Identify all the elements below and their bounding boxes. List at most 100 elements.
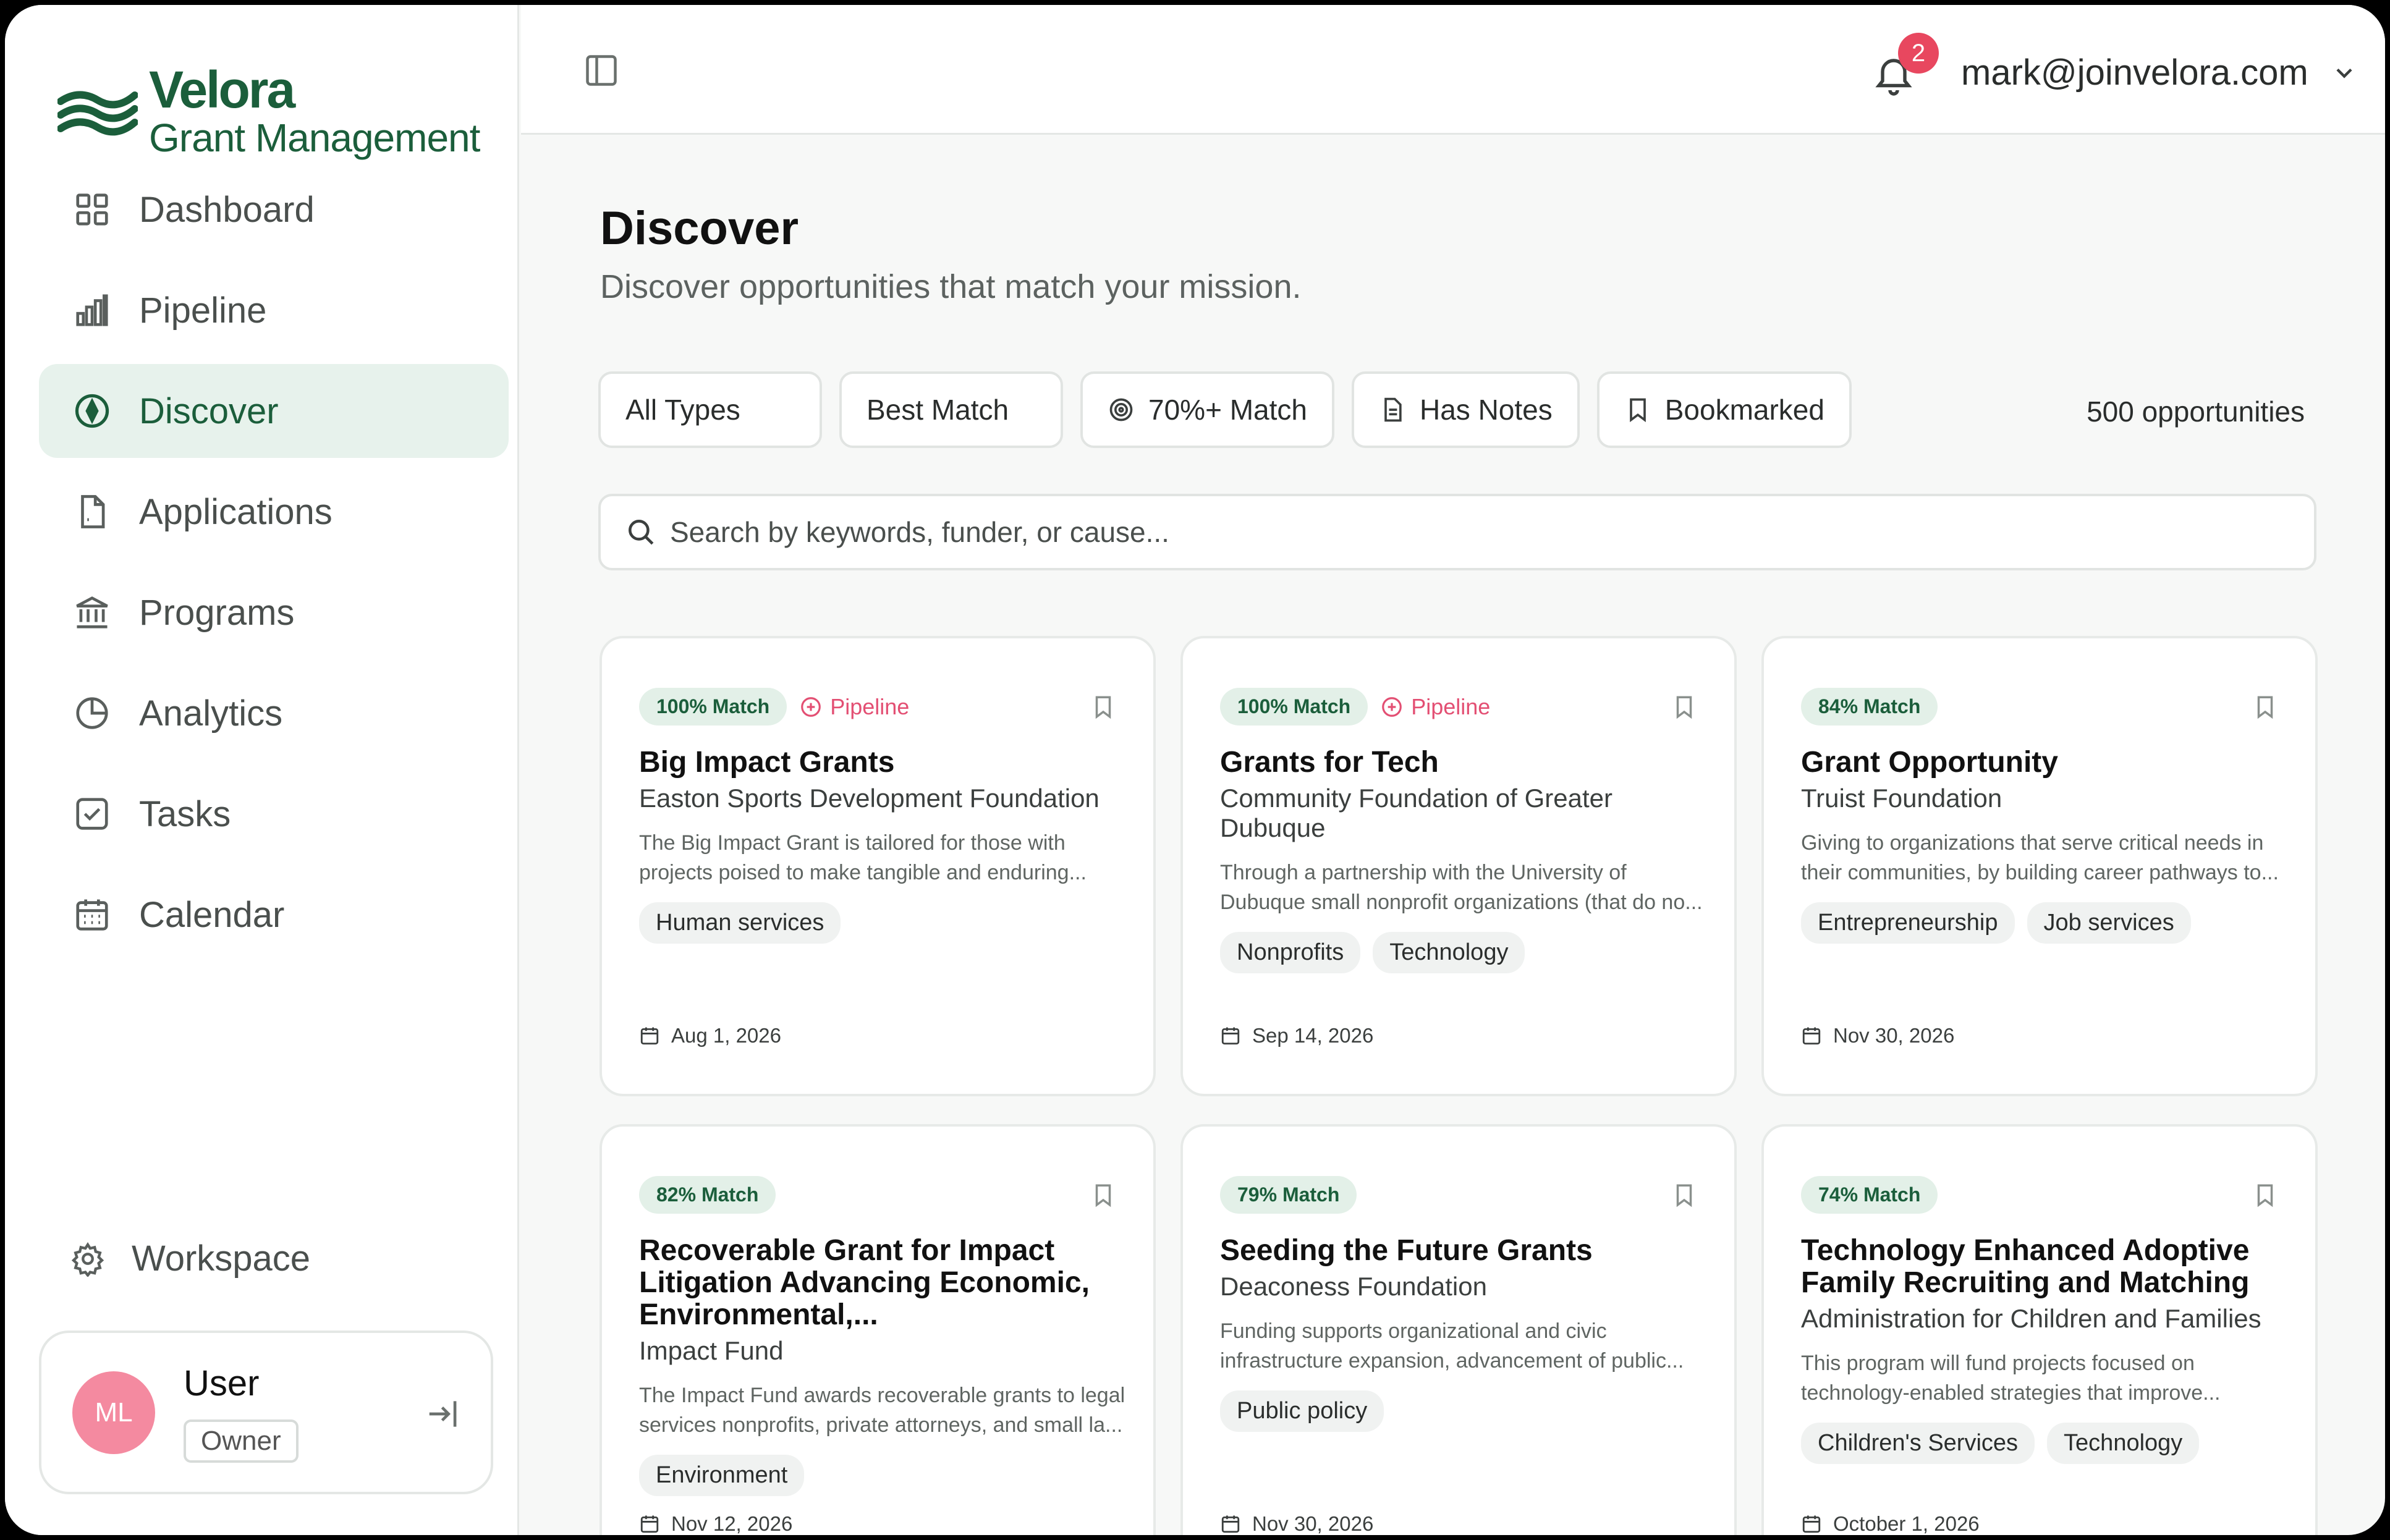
user-card[interactable]: ML User Owner	[39, 1331, 493, 1494]
card-description: This program will fund projects focused …	[1801, 1352, 2221, 1405]
card-description: Giving to organizations that serve criti…	[1801, 831, 2279, 884]
bookmark-icon[interactable]	[2252, 1182, 2278, 1208]
sidebar-item-label: Calendar	[139, 894, 285, 935]
app-window: Velora Grant Management Dashboard Pipeli…	[5, 5, 2385, 1535]
card-title: Grant Opportunity	[1801, 746, 2058, 779]
main-content: Discover Discover opportunities that mat…	[521, 137, 2385, 1535]
sidebar-item-label: Analytics	[139, 693, 283, 734]
tag: Children's Services	[1801, 1423, 2035, 1464]
calendar-icon	[1802, 1515, 1821, 1533]
sidebar-item-calendar[interactable]: Calendar	[39, 868, 509, 962]
waves-logo-icon	[57, 91, 138, 136]
deadline-date: Nov 12, 2026	[671, 1512, 793, 1535]
sidebar-item-applications[interactable]: Applications	[39, 465, 509, 559]
gear-icon	[71, 1242, 104, 1277]
opportunity-card[interactable]: 82% Match Recoverable Grant for Impact L…	[600, 1124, 1156, 1535]
opportunity-card[interactable]: 84% Match Grant Opportunity Truist Found…	[1761, 636, 2318, 1096]
card-funder: Easton Sports Development Foundation	[639, 784, 1100, 813]
check-square-icon	[73, 795, 111, 833]
search-bar[interactable]	[598, 494, 2316, 570]
tag-list: Environment	[639, 1455, 1127, 1496]
card-deadline: Sep 14, 2026	[1220, 1024, 1373, 1047]
target-icon	[1109, 398, 1133, 421]
match-filter-button[interactable]: 70%+ Match	[1080, 371, 1334, 448]
account-menu[interactable]: mark@joinvelora.com	[1961, 52, 2358, 93]
sidebar-item-analytics[interactable]: Analytics	[39, 666, 509, 760]
sidebar-item-workspace[interactable]: Workspace	[70, 1238, 310, 1279]
bookmark-icon[interactable]	[1671, 694, 1697, 720]
topbar: 2 mark@joinvelora.com	[521, 5, 2385, 135]
deadline-date: Nov 30, 2026	[1833, 1024, 1955, 1047]
card-funder: Truist Foundation	[1801, 784, 2002, 813]
note-icon	[1384, 397, 1402, 422]
has-notes-filter-button[interactable]: Has Notes	[1351, 371, 1580, 448]
type-filter-dropdown[interactable]: All Types	[598, 371, 822, 448]
tag: Nonprofits	[1220, 932, 1361, 973]
card-title: Technology Enhanced Adoptive Family Recr…	[1801, 1234, 2250, 1299]
bookmark-icon[interactable]	[1090, 1182, 1116, 1208]
card-funder: Impact Fund	[639, 1336, 784, 1365]
calendar-icon	[1221, 1515, 1240, 1533]
type-filter-label: All Types	[625, 394, 740, 426]
logout-icon[interactable]	[425, 1395, 463, 1433]
card-title: Grants for Tech	[1220, 746, 1439, 779]
card-title: Seeding the Future Grants	[1220, 1234, 1593, 1267]
search-icon	[629, 520, 654, 545]
bookmarked-filter-button[interactable]: Bookmarked	[1596, 371, 1852, 448]
user-role-badge: Owner	[184, 1419, 299, 1463]
opportunity-card[interactable]: 100% Match Pipeline Big Impact Grants Ea…	[600, 636, 1156, 1096]
card-description: The Big Impact Grant is tailored for tho…	[639, 831, 1087, 884]
sidebar-item-programs[interactable]: Programs	[39, 565, 509, 659]
card-description: Funding supports organizational and civi…	[1220, 1319, 1684, 1373]
page-subtitle: Discover opportunities that match your m…	[600, 268, 1302, 305]
bank-icon	[73, 593, 111, 632]
card-deadline: Nov 30, 2026	[1220, 1512, 1373, 1535]
tag: Public policy	[1220, 1390, 1384, 1432]
plus-circle-icon	[801, 696, 821, 717]
deadline-date: October 1, 2026	[1833, 1512, 1980, 1535]
sidebar-item-tasks[interactable]: Tasks	[39, 767, 509, 861]
brand-logo[interactable]: Velora Grant Management	[57, 64, 480, 158]
pie-chart-icon	[73, 694, 111, 732]
bookmark-icon[interactable]	[2252, 694, 2278, 720]
pipeline-label: Pipeline	[1411, 693, 1491, 719]
filter-bar: All Types Best Match 70%+ Match Has Note…	[598, 371, 1869, 448]
match-badge: 74% Match	[1801, 1176, 1938, 1214]
grid-icon	[73, 190, 111, 229]
sidebar-item-dashboard[interactable]: Dashboard	[39, 163, 509, 256]
sidebar: Velora Grant Management Dashboard Pipeli…	[5, 5, 519, 1535]
bookmarked-label: Bookmarked	[1664, 394, 1824, 426]
plus-circle-icon	[1382, 696, 1402, 717]
avatar: ML	[72, 1371, 155, 1454]
opportunity-card[interactable]: 100% Match Pipeline Grants for Tech Comm…	[1180, 636, 1737, 1096]
bookmark-icon	[1629, 398, 1646, 423]
sidebar-item-discover[interactable]: Discover	[39, 364, 509, 458]
card-description: The Impact Fund awards recoverable grant…	[639, 1384, 1125, 1437]
sidebar-item-pipeline[interactable]: Pipeline	[39, 263, 509, 357]
match-badge: 79% Match	[1220, 1176, 1357, 1214]
tag: Human services	[639, 902, 841, 944]
compass-icon	[73, 392, 111, 430]
sidebar-item-label: Pipeline	[139, 290, 267, 331]
card-deadline: Nov 12, 2026	[639, 1512, 792, 1535]
tag: Technology	[2047, 1423, 2200, 1464]
sidebar-item-label: Applications	[139, 491, 333, 532]
tag: Entrepreneurship	[1801, 902, 2015, 944]
bar-chart-icon	[73, 291, 111, 329]
bookmark-icon[interactable]	[1090, 694, 1116, 720]
sidebar-toggle-icon[interactable]	[583, 52, 620, 89]
sort-dropdown[interactable]: Best Match	[839, 371, 1063, 448]
opportunity-card[interactable]: 74% Match Technology Enhanced Adoptive F…	[1761, 1124, 2318, 1535]
tag-list: Public policy	[1220, 1390, 1708, 1432]
sidebar-item-label: Programs	[139, 592, 295, 633]
calendar-icon	[640, 1515, 659, 1533]
card-title: Big Impact Grants	[639, 746, 895, 779]
opportunity-card[interactable]: 79% Match Seeding the Future Grants Deac…	[1180, 1124, 1737, 1535]
tag: Technology	[1373, 932, 1525, 973]
bookmark-icon[interactable]	[1671, 1182, 1697, 1208]
workspace-label: Workspace	[132, 1238, 311, 1279]
calendar-icon	[73, 895, 111, 934]
calendar-icon	[1221, 1027, 1240, 1045]
search-input[interactable]	[670, 515, 2277, 549]
match-badge: 100% Match	[1220, 688, 1368, 726]
